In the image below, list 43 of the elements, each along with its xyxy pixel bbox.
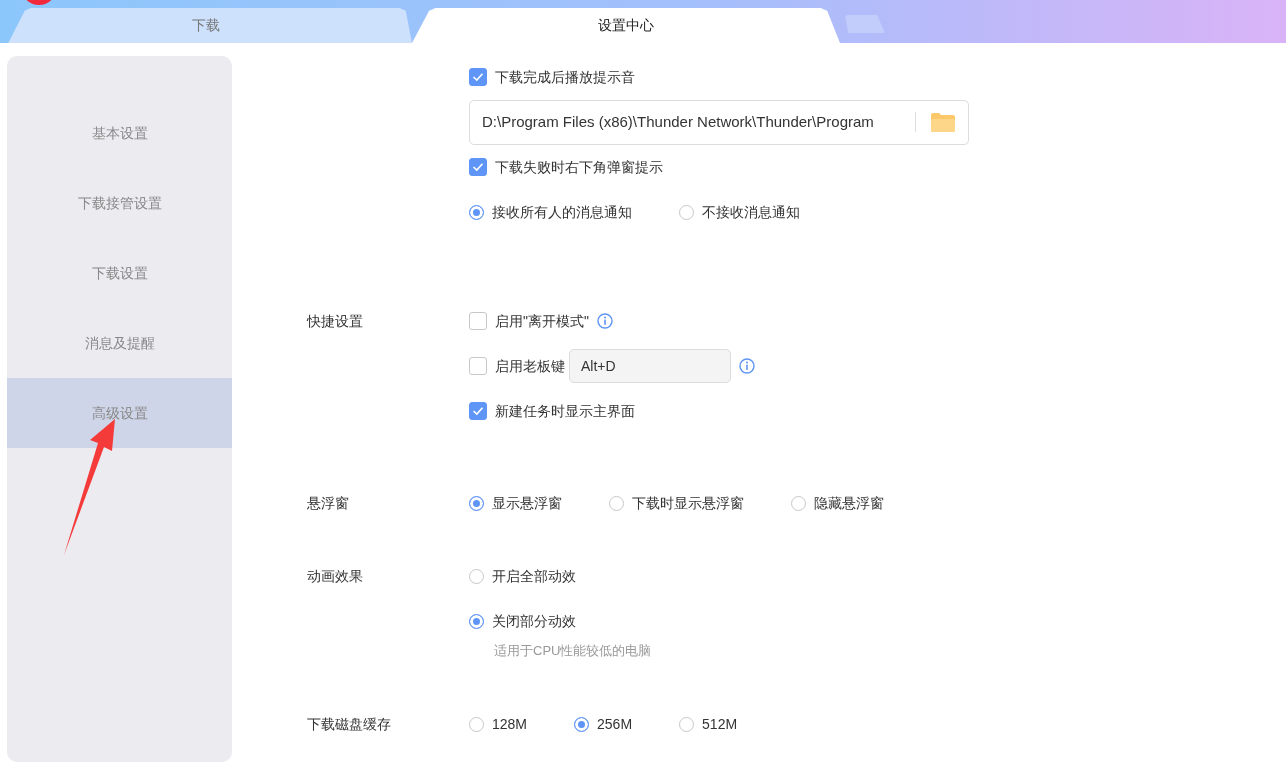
hotkey-field[interactable]: Alt+D	[569, 349, 731, 383]
check-icon	[472, 406, 484, 416]
radio-label: 512M	[702, 714, 738, 734]
radio-button[interactable]	[574, 716, 590, 732]
checkbox-label: 新建任务时显示主界面	[495, 401, 635, 421]
radio-label: 关闭部分动效	[492, 611, 576, 631]
checkbox[interactable]	[469, 402, 487, 420]
radio-label: 开启全部动效	[492, 566, 576, 586]
sidebar-item[interactable]: 基本设置	[7, 98, 232, 168]
sidebar-item[interactable]: 下载接管设置	[7, 168, 232, 238]
setting-label: 下载磁盘缓存	[307, 714, 391, 734]
tab[interactable]: 设置中心	[412, 8, 840, 43]
radio-label: 不接收消息通知	[702, 202, 800, 222]
info-icon[interactable]	[739, 358, 755, 374]
checkbox-label: 下载完成后播放提示音	[495, 67, 635, 87]
sidebar-item[interactable]: 下载设置	[7, 238, 232, 308]
radio-label: 隐藏悬浮窗	[814, 493, 884, 513]
path-field[interactable]: D:\Program Files (x86)\Thunder Network\Thunder\Program	[469, 99, 969, 145]
setting-label: 快捷设置	[307, 311, 363, 331]
checkbox[interactable]	[469, 357, 487, 375]
check-icon	[472, 162, 484, 172]
setting-label: 动画效果	[307, 566, 363, 586]
folder-icon[interactable]	[930, 111, 956, 133]
checkbox-label: 下载失败时右下角弹窗提示	[495, 157, 663, 177]
checkbox[interactable]	[469, 158, 487, 176]
radio-label: 显示悬浮窗	[492, 493, 562, 513]
hint-text: 适用于CPU性能较低的电脑	[493, 642, 652, 660]
sidebar-item[interactable]: 高级设置	[7, 378, 232, 448]
checkbox-label: 启用"离开模式"	[495, 311, 589, 331]
setting-label: 悬浮窗	[307, 493, 349, 513]
checkbox-label: 启用老板键	[495, 356, 565, 376]
radio-button[interactable]	[469, 495, 484, 511]
radio-button[interactable]	[469, 613, 484, 629]
info-icon[interactable]	[596, 313, 613, 329]
radio-label: 128M	[492, 714, 528, 734]
checkbox[interactable]	[469, 312, 487, 330]
checkbox[interactable]	[469, 68, 487, 86]
check-icon	[472, 72, 484, 82]
sidebar-item[interactable]: 消息及提醒	[7, 308, 232, 378]
radio-label: 256M	[597, 714, 633, 734]
radio-button[interactable]	[469, 204, 484, 220]
radio-label: 接收所有人的消息通知	[492, 202, 632, 222]
radio-label: 下载时显示悬浮窗	[632, 493, 744, 513]
